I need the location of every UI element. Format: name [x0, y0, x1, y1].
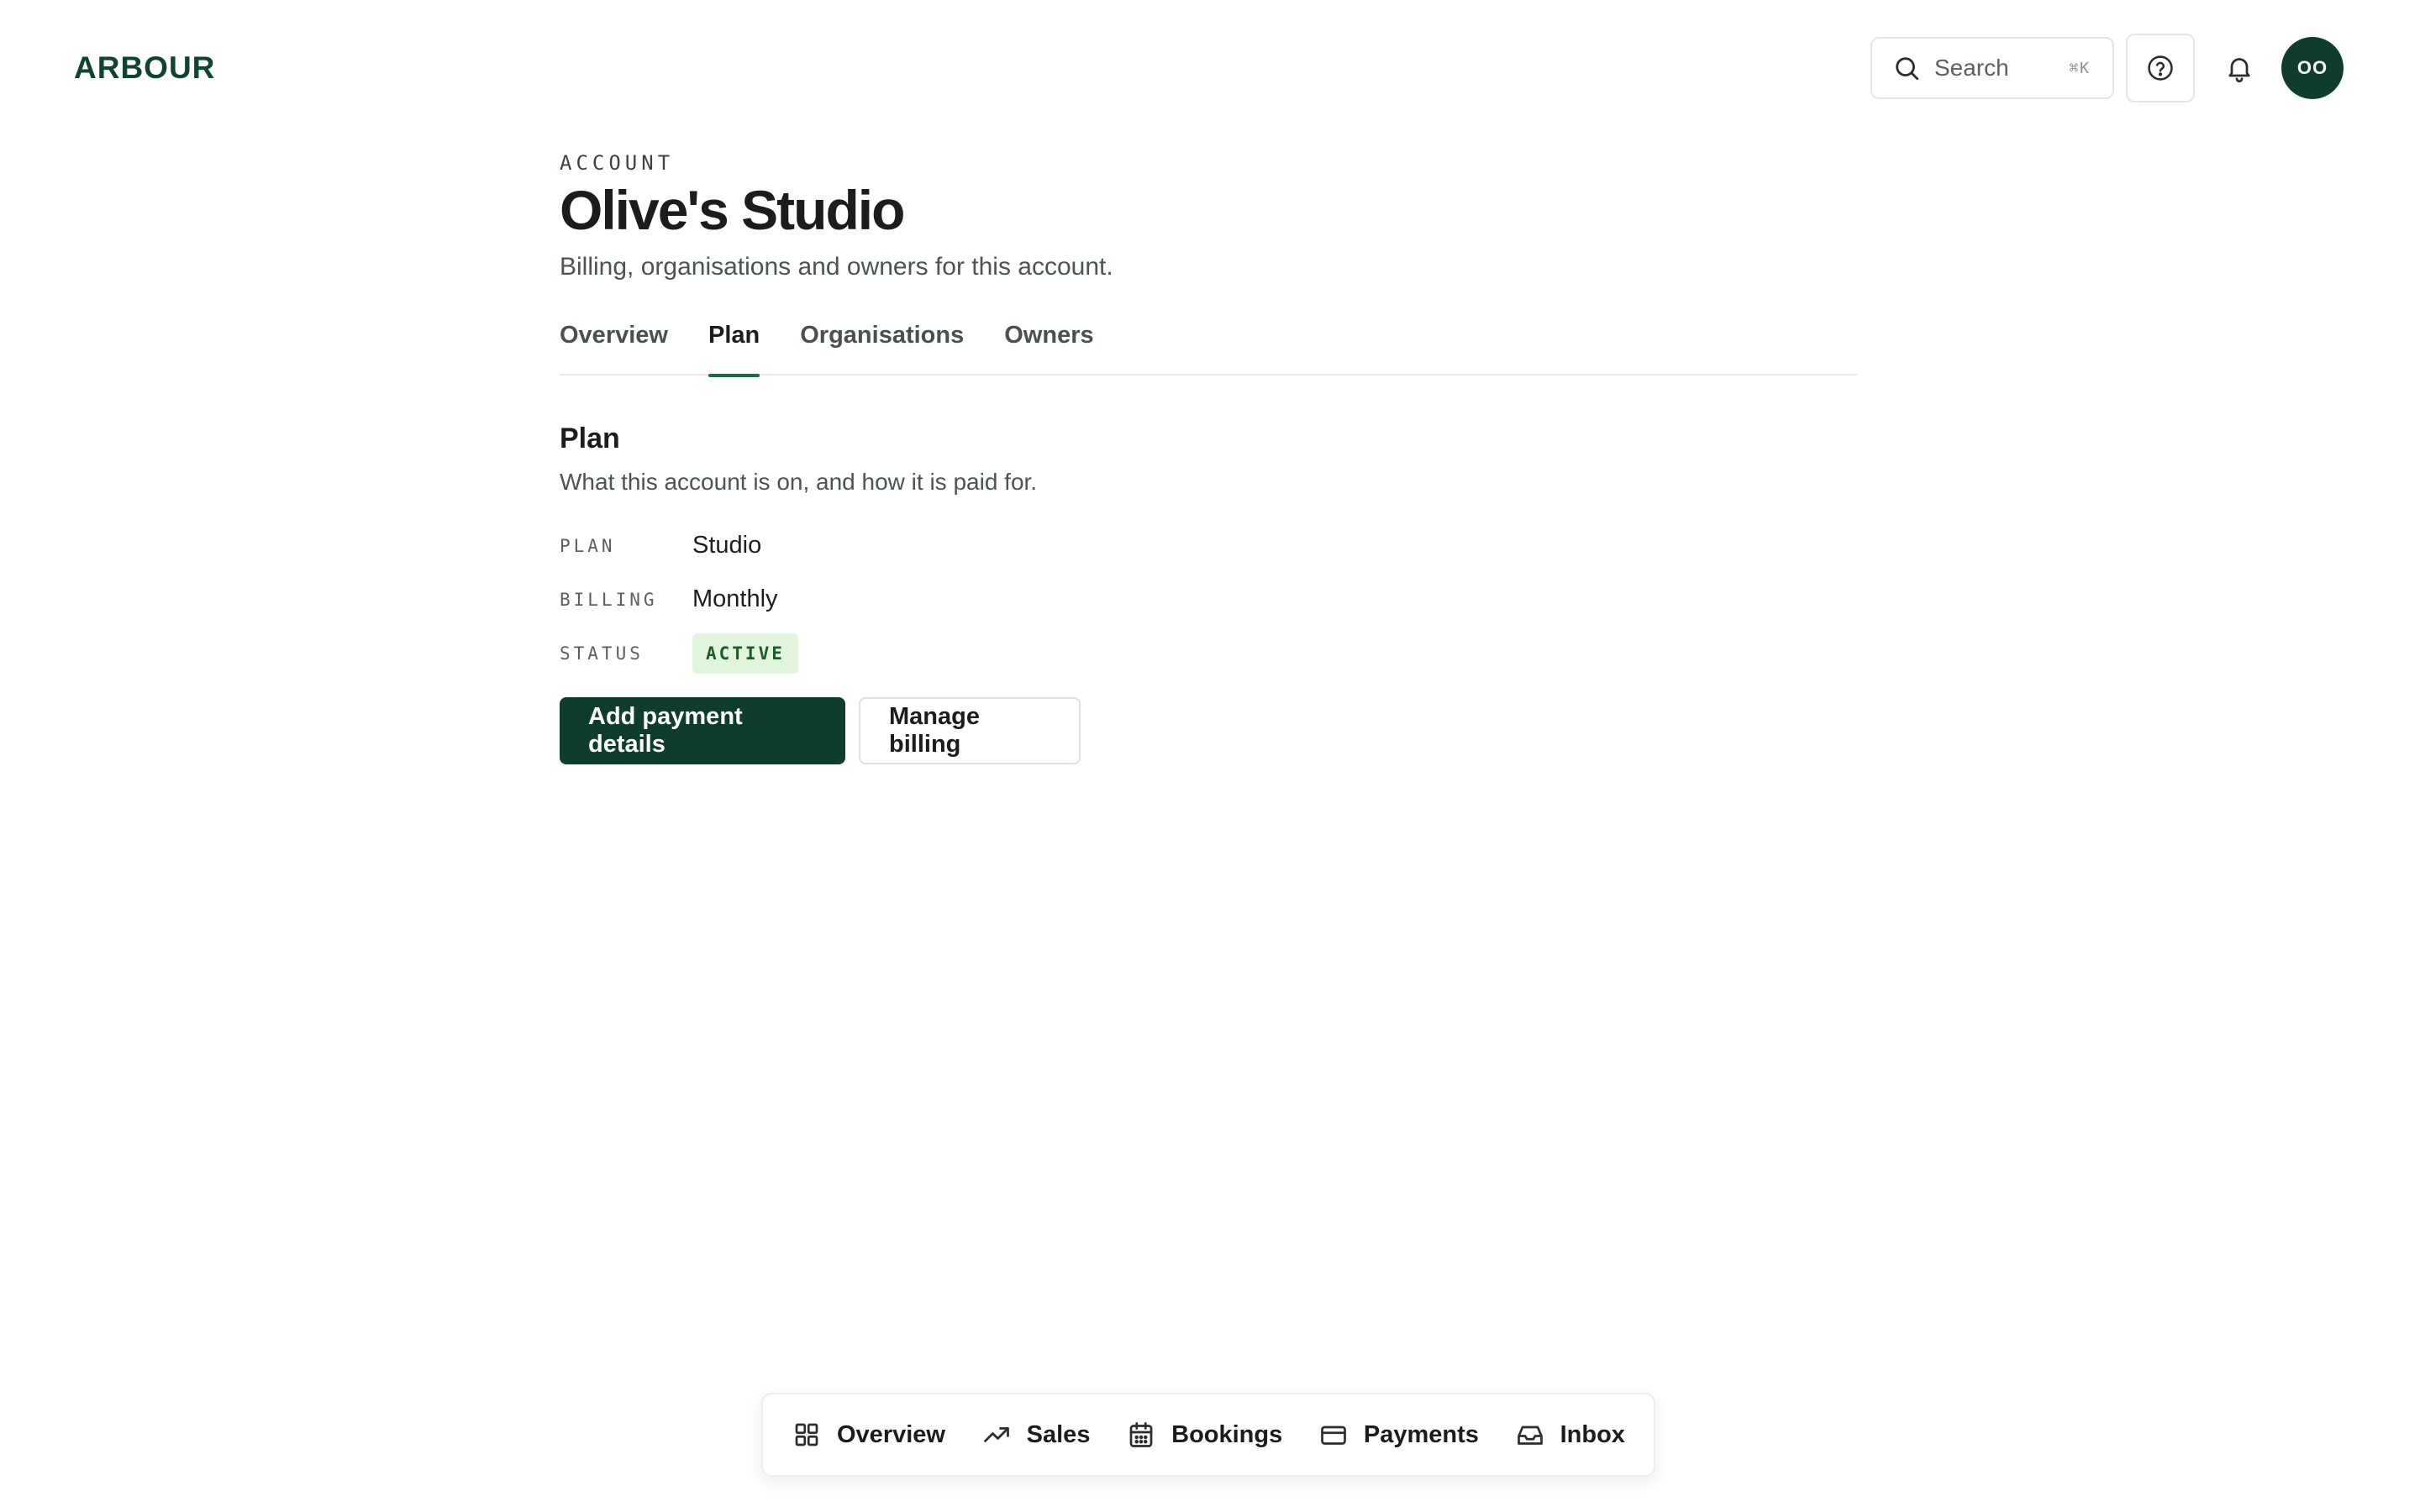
tab-plan[interactable]: Plan [708, 318, 760, 377]
page-subtitle: Billing, organisations and owners for th… [560, 252, 1113, 281]
main-content: ACCOUNT Olive's Studio Billing, organisa… [560, 151, 1857, 764]
credit-card-icon [1321, 1425, 1346, 1445]
grid-icon [795, 1423, 818, 1446]
section-description: What this account is on, and how it is p… [560, 468, 1038, 495]
nav-item-bookings[interactable]: Bookings [1126, 1420, 1282, 1450]
plan-fields: PLAN Studio BILLING Monthly STATUS ACTIV… [560, 519, 1857, 680]
calendar-icon [1129, 1422, 1153, 1447]
tab-bar: Overview Plan Organisations Owners [560, 318, 1857, 377]
search-box[interactable]: Search ⌘K [1870, 37, 2114, 99]
page: ARBOUR Search ⌘K OO ACCOUNT Olive's Stud… [0, 0, 2420, 1512]
field-label: BILLING [560, 589, 658, 610]
tab-overview[interactable]: Overview [560, 318, 668, 375]
field-plan: PLAN Studio [560, 519, 1857, 573]
user-avatar[interactable]: OO [2281, 37, 2344, 99]
tab-organisations[interactable]: Organisations [800, 318, 964, 375]
nav-item-payments[interactable]: Payments [1318, 1420, 1479, 1450]
search-placeholder: Search [1934, 55, 2009, 81]
help-button[interactable] [2126, 34, 2195, 102]
field-label: STATUS [560, 643, 644, 664]
page-title: Olive's Studio [560, 179, 905, 241]
nav-label: Bookings [1171, 1420, 1283, 1448]
app-logo[interactable]: ARBOUR [74, 50, 215, 86]
bottom-nav: Overview Sales Bookings Payments Inbox [761, 1393, 1655, 1477]
nav-label: Payments [1363, 1420, 1479, 1448]
notifications-button[interactable] [2218, 47, 2260, 89]
page-eyebrow: ACCOUNT [560, 151, 675, 175]
trending-up-icon [983, 1427, 1009, 1442]
add-payment-details-button[interactable]: Add payment details [560, 696, 845, 764]
nav-item-sales[interactable]: Sales [981, 1420, 1091, 1450]
help-circle-icon [2148, 55, 2173, 81]
manage-billing-button[interactable]: Manage billing [859, 696, 1081, 764]
field-value: Studio [692, 532, 762, 559]
nav-label: Overview [837, 1420, 945, 1448]
inbox-icon [1517, 1425, 1543, 1445]
plan-actions: Add payment details Manage billing [560, 696, 1857, 764]
field-value: Monthly [692, 585, 778, 613]
tab-owners[interactable]: Owners [1004, 318, 1093, 375]
status-badge: ACTIVE [692, 633, 798, 674]
nav-item-inbox[interactable]: Inbox [1515, 1420, 1625, 1450]
nav-label: Sales [1026, 1420, 1091, 1448]
nav-item-overview[interactable]: Overview [792, 1420, 945, 1450]
field-label: PLAN [560, 535, 616, 556]
bell-icon [2228, 58, 2250, 83]
search-shortcut: ⌘K [2069, 59, 2091, 77]
field-status: STATUS ACTIVE [560, 627, 1857, 680]
field-billing: BILLING Monthly [560, 573, 1857, 627]
nav-label: Inbox [1560, 1420, 1625, 1448]
search-icon [1896, 57, 1919, 81]
section-title: Plan [560, 422, 620, 454]
